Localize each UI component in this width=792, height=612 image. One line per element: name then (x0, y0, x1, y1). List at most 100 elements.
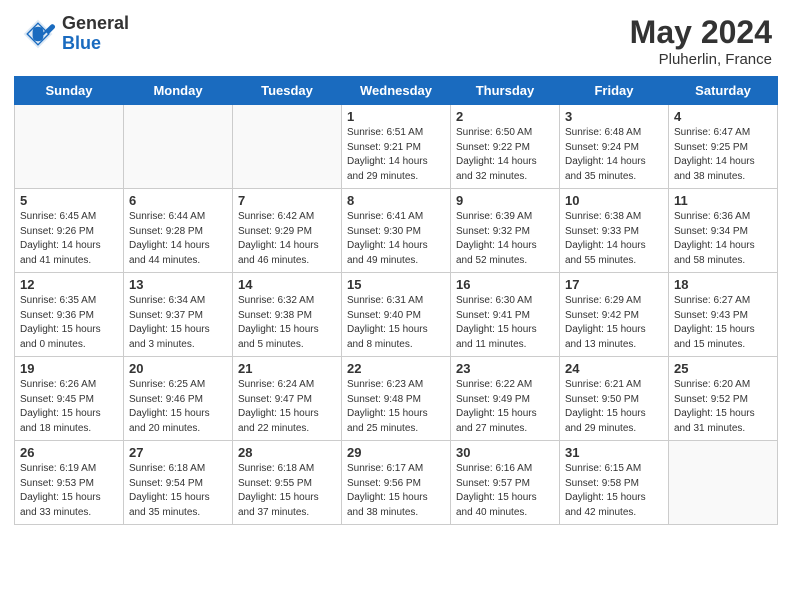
logo-general-text: General (62, 14, 129, 34)
day-info: Sunrise: 6:44 AM Sunset: 9:28 PM Dayligh… (129, 210, 227, 268)
calendar-cell (233, 105, 342, 189)
day-number: 29 (347, 445, 445, 460)
calendar: SundayMondayTuesdayWednesdayThursdayFrid… (0, 76, 792, 612)
day-info: Sunrise: 6:23 AM Sunset: 9:48 PM Dayligh… (347, 378, 445, 436)
day-info: Sunrise: 6:47 AM Sunset: 9:25 PM Dayligh… (674, 126, 772, 184)
day-info: Sunrise: 6:22 AM Sunset: 9:49 PM Dayligh… (456, 378, 554, 436)
calendar-cell: 5Sunrise: 6:45 AM Sunset: 9:26 PM Daylig… (15, 189, 124, 273)
calendar-cell: 27 Sunrise: 6:18 AM Sunset: 9:54 PM Dayli… (124, 441, 233, 525)
calendar-cell: 2 Sunrise: 6:50 AM Sunset: 9:22 PM Daylig… (451, 105, 560, 189)
calendar-cell: 18 Sunrise: 6:27 AM Sunset: 9:43 PM Dayli… (669, 273, 778, 357)
calendar-cell (669, 441, 778, 525)
day-header-sunday: Sunday (15, 77, 124, 105)
day-number: 9 (456, 193, 554, 208)
day-info: Sunrise: 6:31 AM Sunset: 9:40 PM Dayligh… (347, 294, 445, 352)
page: General Blue May 2024 Pluherlin, France … (0, 0, 792, 612)
day-info: Sunrise: 6:48 AM Sunset: 9:24 PM Dayligh… (565, 126, 663, 184)
calendar-cell: 8Sunrise: 6:41 AM Sunset: 9:30 PM Daylig… (342, 189, 451, 273)
calendar-table: SundayMondayTuesdayWednesdayThursdayFrid… (14, 76, 778, 525)
day-number: 13 (129, 277, 227, 292)
calendar-cell: 28 Sunrise: 6:18 AM Sunset: 9:55 PM Dayli… (233, 441, 342, 525)
logo-blue-text: Blue (62, 34, 129, 54)
day-number: 31 (565, 445, 663, 460)
calendar-cell: 14Sunrise: 6:32 AM Sunset: 9:38 PM Dayli… (233, 273, 342, 357)
day-info: Sunrise: 6:38 AM Sunset: 9:33 PM Dayligh… (565, 210, 663, 268)
day-info: Sunrise: 6:50 AM Sunset: 9:22 PM Dayligh… (456, 126, 554, 184)
day-number: 10 (565, 193, 663, 208)
calendar-cell: 1 Sunrise: 6:51 AM Sunset: 9:21 PM Daylig… (342, 105, 451, 189)
day-number: 2 (456, 109, 554, 124)
day-info: Sunrise: 6:18 AM Sunset: 9:55 PM Dayligh… (238, 462, 336, 520)
day-number: 20 (129, 361, 227, 376)
day-info: Sunrise: 6:24 AM Sunset: 9:47 PM Dayligh… (238, 378, 336, 436)
day-number: 12 (20, 277, 118, 292)
day-info: Sunrise: 6:21 AM Sunset: 9:50 PM Dayligh… (565, 378, 663, 436)
day-info: Sunrise: 6:26 AM Sunset: 9:45 PM Dayligh… (20, 378, 118, 436)
day-info: Sunrise: 6:18 AM Sunset: 9:54 PM Dayligh… (129, 462, 227, 520)
day-info: Sunrise: 6:19 AM Sunset: 9:53 PM Dayligh… (20, 462, 118, 520)
day-info: Sunrise: 6:30 AM Sunset: 9:41 PM Dayligh… (456, 294, 554, 352)
week-row-5: 26 Sunrise: 6:19 AM Sunset: 9:53 PM Dayli… (15, 441, 778, 525)
week-row-1: 1 Sunrise: 6:51 AM Sunset: 9:21 PM Daylig… (15, 105, 778, 189)
week-row-4: 19 Sunrise: 6:26 AM Sunset: 9:45 PM Dayli… (15, 357, 778, 441)
day-info: Sunrise: 6:16 AM Sunset: 9:57 PM Dayligh… (456, 462, 554, 520)
day-number: 7 (238, 193, 336, 208)
day-header-monday: Monday (124, 77, 233, 105)
day-info: Sunrise: 6:27 AM Sunset: 9:43 PM Dayligh… (674, 294, 772, 352)
calendar-cell: 31 Sunrise: 6:15 AM Sunset: 9:58 PM Dayli… (560, 441, 669, 525)
calendar-cell: 7Sunrise: 6:42 AM Sunset: 9:29 PM Daylig… (233, 189, 342, 273)
day-info: Sunrise: 6:36 AM Sunset: 9:34 PM Dayligh… (674, 210, 772, 268)
calendar-cell: 15Sunrise: 6:31 AM Sunset: 9:40 PM Dayli… (342, 273, 451, 357)
day-number: 30 (456, 445, 554, 460)
calendar-cell: 24 Sunrise: 6:21 AM Sunset: 9:50 PM Dayli… (560, 357, 669, 441)
week-row-2: 5Sunrise: 6:45 AM Sunset: 9:26 PM Daylig… (15, 189, 778, 273)
day-number: 19 (20, 361, 118, 376)
calendar-cell: 19 Sunrise: 6:26 AM Sunset: 9:45 PM Dayli… (15, 357, 124, 441)
calendar-cell: 3 Sunrise: 6:48 AM Sunset: 9:24 PM Daylig… (560, 105, 669, 189)
calendar-cell (15, 105, 124, 189)
logo-icon (20, 16, 56, 52)
day-info: Sunrise: 6:45 AM Sunset: 9:26 PM Dayligh… (20, 210, 118, 268)
day-header-saturday: Saturday (669, 77, 778, 105)
day-number: 21 (238, 361, 336, 376)
day-number: 1 (347, 109, 445, 124)
day-number: 3 (565, 109, 663, 124)
logo-text: General Blue (62, 14, 129, 54)
day-info: Sunrise: 6:17 AM Sunset: 9:56 PM Dayligh… (347, 462, 445, 520)
day-info: Sunrise: 6:20 AM Sunset: 9:52 PM Dayligh… (674, 378, 772, 436)
day-number: 17 (565, 277, 663, 292)
day-info: Sunrise: 6:51 AM Sunset: 9:21 PM Dayligh… (347, 126, 445, 184)
day-info: Sunrise: 6:15 AM Sunset: 9:58 PM Dayligh… (565, 462, 663, 520)
day-number: 22 (347, 361, 445, 376)
day-info: Sunrise: 6:25 AM Sunset: 9:46 PM Dayligh… (129, 378, 227, 436)
calendar-cell: 23Sunrise: 6:22 AM Sunset: 9:49 PM Dayli… (451, 357, 560, 441)
day-number: 8 (347, 193, 445, 208)
calendar-subtitle: Pluherlin, France (630, 51, 772, 68)
day-info: Sunrise: 6:32 AM Sunset: 9:38 PM Dayligh… (238, 294, 336, 352)
calendar-cell: 26 Sunrise: 6:19 AM Sunset: 9:53 PM Dayli… (15, 441, 124, 525)
calendar-cell: 21 Sunrise: 6:24 AM Sunset: 9:47 PM Dayli… (233, 357, 342, 441)
day-number: 4 (674, 109, 772, 124)
day-number: 24 (565, 361, 663, 376)
day-number: 28 (238, 445, 336, 460)
day-header-wednesday: Wednesday (342, 77, 451, 105)
calendar-cell: 9Sunrise: 6:39 AM Sunset: 9:32 PM Daylig… (451, 189, 560, 273)
day-info: Sunrise: 6:35 AM Sunset: 9:36 PM Dayligh… (20, 294, 118, 352)
calendar-cell: 12 Sunrise: 6:35 AM Sunset: 9:36 PM Dayli… (15, 273, 124, 357)
day-header-thursday: Thursday (451, 77, 560, 105)
day-number: 18 (674, 277, 772, 292)
calendar-cell: 11Sunrise: 6:36 AM Sunset: 9:34 PM Dayli… (669, 189, 778, 273)
day-number: 16 (456, 277, 554, 292)
day-number: 27 (129, 445, 227, 460)
day-number: 6 (129, 193, 227, 208)
day-header-tuesday: Tuesday (233, 77, 342, 105)
calendar-cell: 17 Sunrise: 6:29 AM Sunset: 9:42 PM Dayli… (560, 273, 669, 357)
calendar-cell: 6 Sunrise: 6:44 AM Sunset: 9:28 PM Daylig… (124, 189, 233, 273)
logo: General Blue (20, 14, 129, 54)
calendar-cell: 30 Sunrise: 6:16 AM Sunset: 9:57 PM Dayli… (451, 441, 560, 525)
calendar-cell: 16 Sunrise: 6:30 AM Sunset: 9:41 PM Dayli… (451, 273, 560, 357)
calendar-title: May 2024 (630, 14, 772, 51)
title-block: May 2024 Pluherlin, France (630, 14, 772, 68)
day-number: 26 (20, 445, 118, 460)
day-info: Sunrise: 6:29 AM Sunset: 9:42 PM Dayligh… (565, 294, 663, 352)
